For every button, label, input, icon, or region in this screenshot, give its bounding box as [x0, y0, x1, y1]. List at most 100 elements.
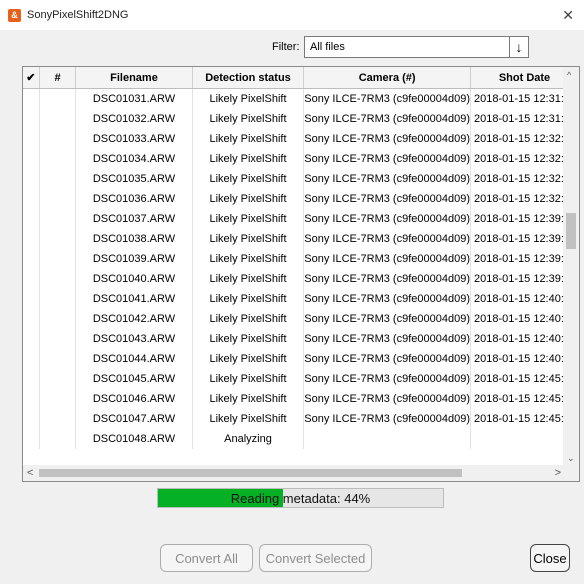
camera-cell: Sony ILCE-7RM3 (c9fe00004d09)	[303, 169, 471, 189]
horizontal-scrollbar[interactable]: < >	[23, 465, 579, 481]
column-header[interactable]: #	[39, 67, 77, 89]
index-cell	[39, 309, 77, 329]
detection-status-cell: Likely PixelShift	[192, 249, 305, 269]
detection-status-cell: Analyzing	[192, 429, 305, 449]
select-checkbox-cell[interactable]	[23, 329, 40, 349]
filename-cell: DSC01046.ARW	[75, 389, 193, 409]
filename-cell: DSC01037.ARW	[75, 209, 193, 229]
column-header[interactable]: Filename	[75, 67, 193, 89]
select-checkbox-cell[interactable]	[23, 269, 40, 289]
scroll-right-icon[interactable]: >	[555, 467, 561, 479]
detection-status-cell: Likely PixelShift	[192, 389, 305, 409]
filename-cell: DSC01041.ARW	[75, 289, 193, 309]
select-checkbox-cell[interactable]	[23, 349, 40, 369]
table-row[interactable]: DSC01034.ARW Likely PixelShift Sony ILCE-7…	[23, 149, 579, 169]
scroll-up-icon[interactable]: ^	[567, 70, 571, 80]
scroll-down-icon[interactable]: ⌄	[567, 453, 575, 464]
select-checkbox-cell[interactable]	[23, 289, 40, 309]
select-checkbox-cell[interactable]	[23, 88, 40, 109]
detection-status-cell: Likely PixelShift	[192, 189, 305, 209]
filename-cell: DSC01047.ARW	[75, 409, 193, 429]
select-checkbox-cell[interactable]	[23, 129, 40, 149]
table-row[interactable]: DSC01042.ARW Likely PixelShift Sony ILCE-7…	[23, 309, 579, 329]
detection-status-cell: Likely PixelShift	[192, 269, 305, 289]
filename-cell: DSC01040.ARW	[75, 269, 193, 289]
select-checkbox-cell[interactable]	[23, 429, 40, 449]
select-checkbox-cell[interactable]	[23, 169, 40, 189]
progress-text: Reading metadata: 44%	[230, 490, 371, 506]
convert-all-button[interactable]: Convert All	[160, 544, 253, 572]
index-cell	[39, 149, 77, 169]
app-logo-icon: &	[8, 8, 21, 22]
select-checkbox-cell[interactable]	[23, 389, 40, 409]
filename-cell: DSC01042.ARW	[75, 309, 193, 329]
table-row[interactable]: DSC01047.ARW Likely PixelShift Sony ILCE-7…	[23, 409, 579, 429]
camera-cell: Sony ILCE-7RM3 (c9fe00004d09)	[303, 229, 471, 249]
index-cell	[39, 269, 77, 289]
detection-status-cell: Likely PixelShift	[192, 229, 305, 249]
select-checkbox-cell[interactable]	[23, 409, 40, 429]
filename-cell: DSC01043.ARW	[75, 329, 193, 349]
filename-cell: DSC01036.ARW	[75, 189, 193, 209]
window-title: SonyPixelShift2DNG	[27, 9, 129, 21]
camera-cell: Sony ILCE-7RM3 (c9fe00004d09)	[303, 88, 471, 109]
table-row[interactable]: DSC01033.ARW Likely PixelShift Sony ILCE-7…	[23, 129, 579, 149]
select-checkbox-cell[interactable]	[23, 309, 40, 329]
horizontal-scroll-thumb[interactable]	[39, 469, 462, 477]
select-checkbox-cell[interactable]	[23, 149, 40, 169]
select-checkbox-cell[interactable]	[23, 189, 40, 209]
camera-cell: Sony ILCE-7RM3 (c9fe00004d09)	[303, 149, 471, 169]
index-cell	[39, 229, 77, 249]
filter-selected-value: All files	[310, 41, 345, 53]
convert-selected-button[interactable]: Convert Selected	[259, 544, 372, 572]
table-row[interactable]: DSC01037.ARW Likely PixelShift Sony ILCE-7…	[23, 209, 579, 229]
select-checkbox-cell[interactable]	[23, 249, 40, 269]
table-row[interactable]: DSC01036.ARW Likely PixelShift Sony ILCE-7…	[23, 189, 579, 209]
dropdown-arrow-icon[interactable]: ↓	[509, 37, 528, 57]
table-row[interactable]: DSC01031.ARW Likely PixelShift Sony ILCE-7…	[23, 88, 579, 109]
index-cell	[39, 329, 77, 349]
column-header[interactable]: ✔	[23, 67, 40, 89]
file-table[interactable]: ✔ # Filename Detection status Camera (#) Shot…	[22, 66, 580, 482]
table-row[interactable]: DSC01048.ARW Analyzing	[23, 429, 579, 449]
select-checkbox-cell[interactable]	[23, 229, 40, 249]
detection-status-cell: Likely PixelShift	[192, 169, 305, 189]
detection-status-cell: Likely PixelShift	[192, 88, 305, 109]
filter-row: Filter: All files ↓	[0, 36, 584, 60]
detection-status-cell: Likely PixelShift	[192, 349, 305, 369]
filename-cell: DSC01031.ARW	[75, 88, 193, 109]
camera-cell: Sony ILCE-7RM3 (c9fe00004d09)	[303, 409, 471, 429]
detection-status-cell: Likely PixelShift	[192, 209, 305, 229]
table-row[interactable]: DSC01046.ARW Likely PixelShift Sony ILCE-7…	[23, 389, 579, 409]
close-button[interactable]: Close	[530, 544, 570, 572]
scroll-left-icon[interactable]: <	[27, 467, 33, 479]
table-row[interactable]: DSC01041.ARW Likely PixelShift Sony ILCE-7…	[23, 289, 579, 309]
camera-cell: Sony ILCE-7RM3 (c9fe00004d09)	[303, 289, 471, 309]
table-row[interactable]: DSC01035.ARW Likely PixelShift Sony ILCE-7…	[23, 169, 579, 189]
title-bar: & SonyPixelShift2DNG ✕	[0, 0, 584, 30]
table-row[interactable]: DSC01044.ARW Likely PixelShift Sony ILCE-7…	[23, 349, 579, 369]
table-row[interactable]: DSC01032.ARW Likely PixelShift Sony ILCE-7…	[23, 109, 579, 129]
vertical-scroll-thumb[interactable]	[566, 213, 576, 249]
table-row[interactable]: DSC01038.ARW Likely PixelShift Sony ILCE-7…	[23, 229, 579, 249]
camera-cell: Sony ILCE-7RM3 (c9fe00004d09)	[303, 109, 471, 129]
table-row[interactable]: DSC01045.ARW Likely PixelShift Sony ILCE-7…	[23, 369, 579, 389]
column-header[interactable]: Detection status	[192, 67, 305, 89]
detection-status-cell: Likely PixelShift	[192, 329, 305, 349]
filename-cell: DSC01038.ARW	[75, 229, 193, 249]
select-checkbox-cell[interactable]	[23, 109, 40, 129]
close-window-icon[interactable]: ✕	[562, 7, 574, 24]
filename-cell: DSC01039.ARW	[75, 249, 193, 269]
table-row[interactable]: DSC01043.ARW Likely PixelShift Sony ILCE-7…	[23, 329, 579, 349]
select-checkbox-cell[interactable]	[23, 209, 40, 229]
table-row[interactable]: DSC01039.ARW Likely PixelShift Sony ILCE-7…	[23, 249, 579, 269]
camera-cell: Sony ILCE-7RM3 (c9fe00004d09)	[303, 209, 471, 229]
column-header[interactable]: Camera (#)	[303, 67, 471, 89]
detection-status-cell: Likely PixelShift	[192, 409, 305, 429]
select-checkbox-cell[interactable]	[23, 369, 40, 389]
vertical-scrollbar[interactable]: ^ ⌄	[563, 67, 579, 467]
index-cell	[39, 109, 77, 129]
filename-cell: DSC01032.ARW	[75, 109, 193, 129]
filter-dropdown[interactable]: All files ↓	[304, 36, 529, 58]
table-row[interactable]: DSC01040.ARW Likely PixelShift Sony ILCE-7…	[23, 269, 579, 289]
